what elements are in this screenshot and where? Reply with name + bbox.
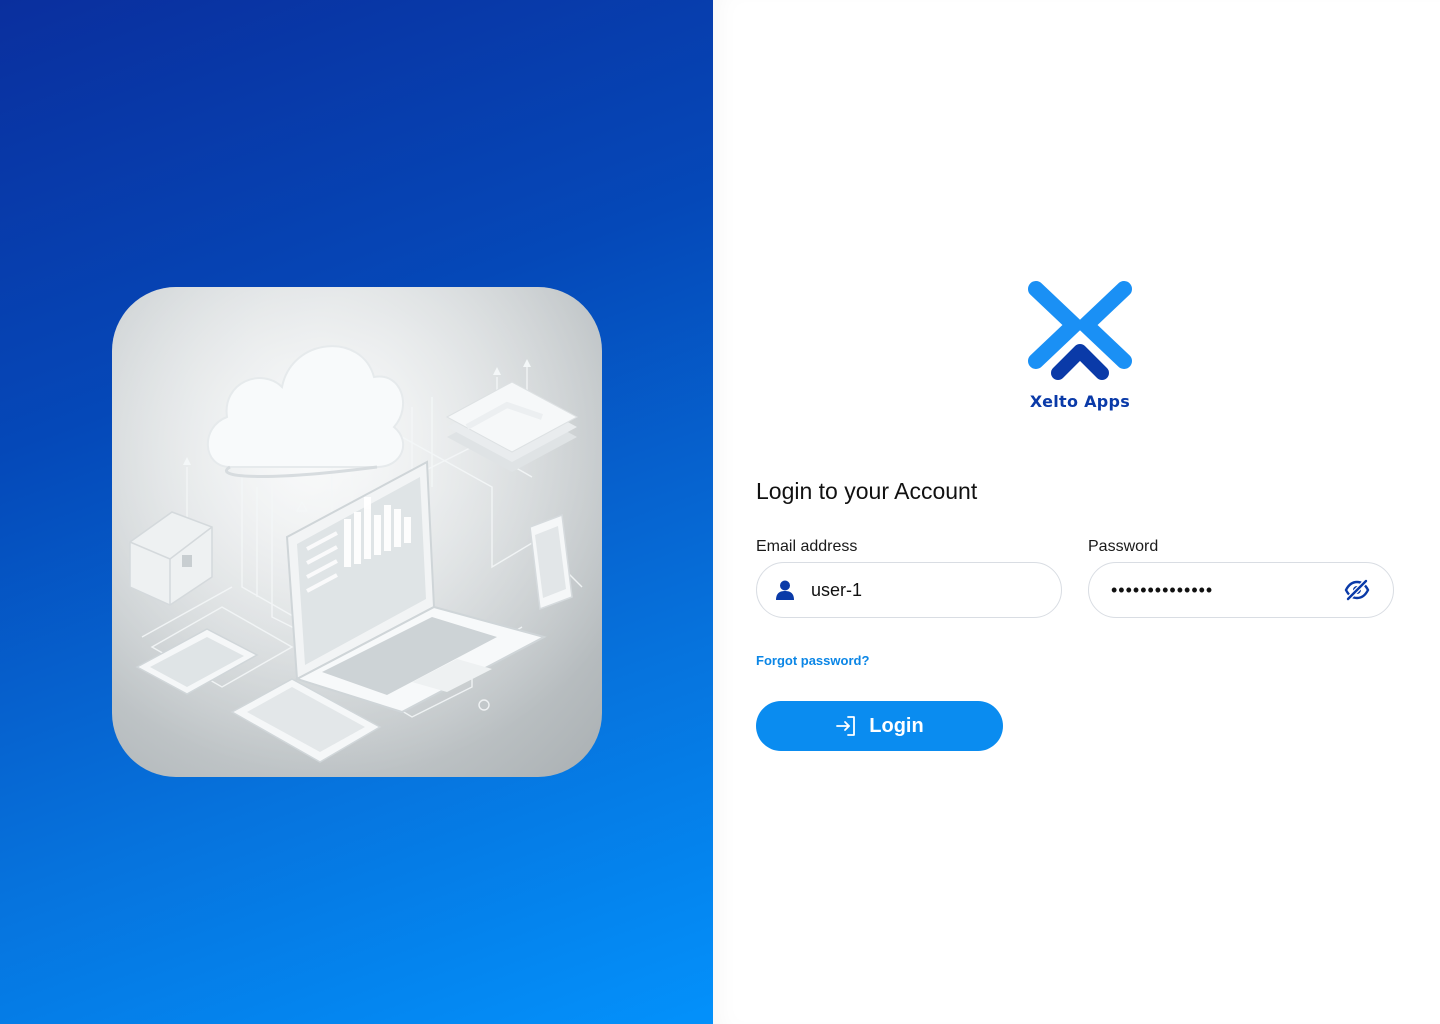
hero-panel	[0, 0, 713, 1024]
login-button-label: Login	[869, 714, 924, 737]
password-input[interactable]	[1111, 563, 1343, 617]
form-title: Login to your Account	[756, 478, 978, 504]
email-input[interactable]	[811, 563, 1061, 617]
brand-name: Xelto Apps	[1029, 392, 1131, 411]
login-panel	[713, 0, 1440, 1024]
email-field[interactable]	[756, 562, 1062, 618]
password-field[interactable]	[1088, 562, 1394, 618]
cloud-devices-illustration	[112, 287, 602, 777]
email-label: Email address	[756, 538, 858, 555]
login-button[interactable]: Login	[756, 701, 1003, 751]
forgot-password-link[interactable]: Forgot password?	[756, 653, 869, 668]
login-arrow-icon	[835, 715, 857, 737]
password-label: Password	[1088, 538, 1159, 555]
xelto-logo-icon	[1026, 281, 1134, 381]
user-icon	[775, 580, 795, 600]
eye-slash-icon[interactable]	[1343, 576, 1371, 604]
